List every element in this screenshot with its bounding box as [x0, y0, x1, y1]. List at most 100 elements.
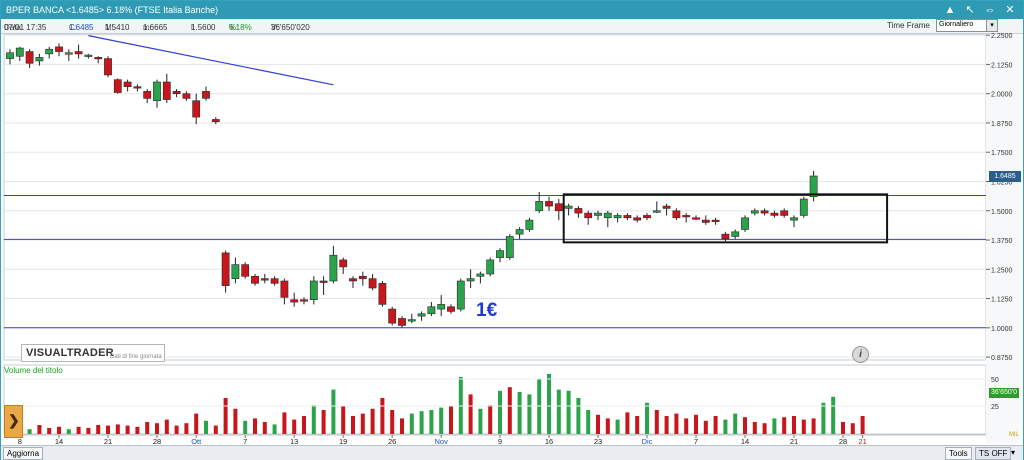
candle-body — [711, 219, 720, 222]
volume-bar — [400, 418, 404, 434]
volume-bar — [752, 422, 757, 434]
candle-body — [113, 79, 122, 93]
volume-bar — [635, 416, 640, 434]
volume-bar — [155, 423, 159, 434]
volume-bar — [86, 428, 91, 434]
volume-bar — [713, 416, 718, 434]
y-tick-label: 2.0000 — [991, 92, 1013, 99]
update-button[interactable]: Aggiorna — [3, 447, 44, 460]
candle-body — [652, 210, 661, 213]
candle-body — [623, 215, 632, 219]
volume-bar — [566, 390, 571, 434]
candle-body — [162, 81, 171, 100]
candle-body — [672, 210, 681, 219]
volume-bar — [76, 426, 81, 434]
candle-body — [407, 319, 416, 322]
candle-body — [486, 259, 495, 275]
volume-bar — [125, 425, 130, 434]
side-panel-toggle[interactable]: ❯ — [4, 405, 23, 438]
candle-body — [202, 91, 210, 99]
candle-body — [309, 280, 318, 301]
candle-body — [447, 306, 455, 312]
candle-body — [74, 51, 83, 55]
volume-bar — [782, 417, 787, 434]
volume-bar — [47, 428, 52, 434]
volume-bar — [615, 419, 620, 434]
candle-body — [545, 201, 553, 207]
volume-bar — [860, 416, 865, 434]
candle-body — [535, 201, 544, 212]
candle-body — [153, 81, 161, 102]
candle-body — [25, 51, 34, 64]
volume-bar — [380, 398, 385, 434]
volume-bar — [654, 410, 659, 434]
candle-body — [564, 205, 573, 209]
candle-body — [770, 212, 779, 216]
ts-off-button[interactable]: TS OFF — [975, 447, 1012, 460]
candle-body — [584, 212, 593, 219]
volume-bar — [517, 392, 522, 434]
volume-bar — [625, 412, 630, 434]
candle-body — [378, 283, 387, 305]
candle-body — [525, 219, 534, 230]
volume-bar — [243, 420, 248, 434]
candle-body — [192, 100, 201, 118]
volume-bar — [409, 413, 414, 434]
candle-body — [437, 304, 446, 310]
candle-body — [221, 252, 230, 286]
price-annotation: 1€ — [476, 300, 498, 321]
volume-bar — [57, 426, 61, 434]
volume-bar — [331, 389, 336, 434]
candle-body — [123, 81, 132, 87]
volume-bar — [684, 418, 689, 434]
candle-body — [251, 276, 259, 284]
volume-bar — [488, 405, 493, 434]
candle-body — [231, 264, 240, 279]
volume-bar — [135, 426, 140, 434]
candle-body — [45, 48, 54, 55]
tools-button[interactable]: Tools — [945, 447, 972, 460]
info-icon[interactable]: i — [852, 346, 869, 363]
volume-bar — [115, 424, 120, 434]
dropdown-icon[interactable]: ▾ — [1011, 448, 1015, 457]
volume-bar — [262, 422, 267, 434]
volume-bar — [772, 418, 777, 434]
candle-body — [94, 57, 103, 60]
chart-window: BPER BANCA <1.6485> 6.18% (FTSE Italia B… — [1, 1, 1023, 460]
volume-bar — [586, 410, 591, 434]
volume-bar — [37, 425, 42, 434]
volume-bar — [390, 410, 395, 434]
candle-body — [15, 47, 24, 57]
volume-bar — [645, 402, 649, 434]
candle-body — [64, 52, 73, 55]
volume-bar — [468, 394, 473, 434]
volume-value-badge: 36'650'0 — [989, 388, 1019, 398]
candle-body — [750, 210, 759, 214]
volume-bar — [96, 425, 101, 434]
candle-body — [368, 278, 377, 289]
candle-body — [505, 236, 514, 258]
candle-body — [515, 229, 524, 235]
y-tick-label: 1.1250 — [991, 297, 1013, 304]
volume-bar — [282, 412, 287, 434]
brand-name: VISUALTRADER — [26, 347, 114, 359]
volume-bar — [507, 387, 512, 434]
candle-body — [741, 217, 749, 230]
candle-body — [643, 215, 651, 219]
volume-bar — [292, 419, 297, 434]
candle-body — [456, 280, 465, 310]
volume-bar — [341, 406, 346, 434]
candle-body — [799, 198, 808, 216]
candle-body — [300, 299, 308, 302]
volume-bar — [164, 419, 169, 434]
y-tick-label: 2.2500 — [991, 33, 1013, 40]
candle-body — [760, 210, 769, 214]
volume-bar — [801, 419, 806, 434]
volume-bar — [351, 416, 355, 434]
volume-bar — [831, 396, 836, 434]
candle-body — [280, 280, 289, 298]
bottom-bar: Aggiorna Tools TS OFF ▾ — [1, 445, 1023, 460]
volume-bar — [762, 423, 767, 434]
volume-bar — [66, 429, 71, 434]
volume-panel — [3, 364, 987, 435]
